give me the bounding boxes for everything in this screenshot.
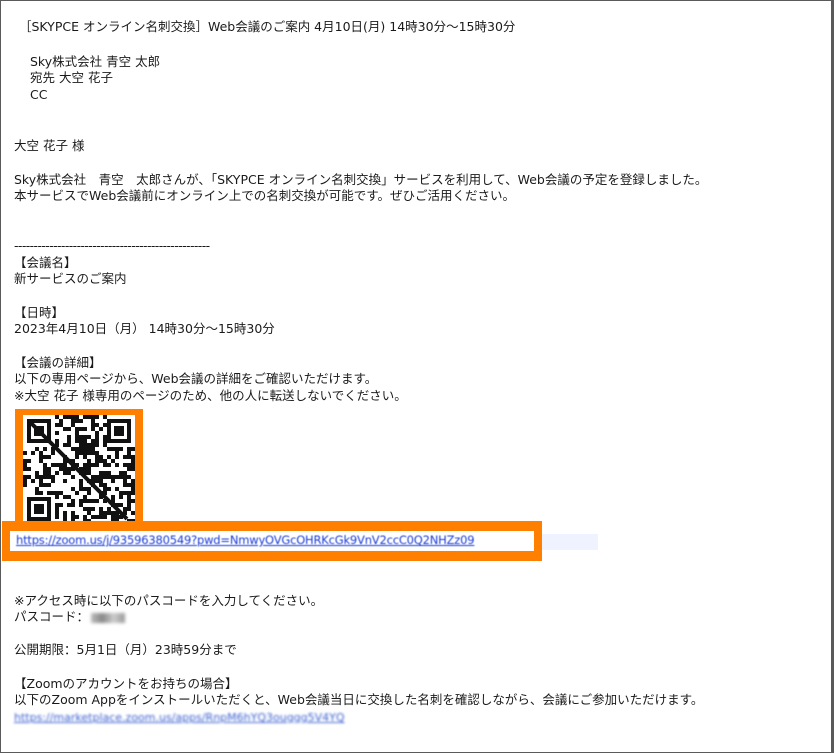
details-line-1: 以下の専用ページから、Web会議の詳細をご確認いただけます。 bbox=[14, 371, 378, 386]
meeting-name-label: 【会議名】 bbox=[14, 255, 77, 270]
url-selection-tail bbox=[542, 534, 598, 550]
passcode-label: パスコード： bbox=[14, 609, 90, 624]
qr-code-icon bbox=[23, 415, 135, 525]
email-cc: CC bbox=[30, 87, 48, 102]
meeting-name: 新サービスのご案内 bbox=[14, 271, 127, 286]
email-from: Sky株式会社 青空 太郎 bbox=[30, 54, 161, 69]
passcode-masked bbox=[91, 612, 126, 623]
meeting-url-field: https://zoom.us/j/93596380549?pwd=NmwyOV… bbox=[10, 531, 534, 551]
expiry: 公開期限：5月1日（月）23時59分まで bbox=[14, 642, 237, 657]
divider: ----------------------------------------… bbox=[14, 238, 210, 253]
date-value: 2023年4月10日（月） 14時30分～15時30分 bbox=[14, 321, 275, 336]
zoom-account-text: 以下のZoom Appをインストールいただくと、Web会議当日に交換した名刺を確… bbox=[14, 692, 704, 707]
details-line-2: ※大空 花子 様専用のページのため、他の人に転送しないでください。 bbox=[14, 388, 407, 403]
intro-line-2: 本サービスでWeb会議前にオンライン上での名刺交換が可能です。ぜひご活用ください… bbox=[14, 188, 516, 203]
details-label: 【会議の詳細】 bbox=[14, 355, 102, 370]
email-to: 宛先 大空 花子 bbox=[30, 70, 113, 85]
zoom-app-link[interactable]: https://marketplace.zoom.us/apps/RnpM6hY… bbox=[14, 710, 345, 726]
email-subject: ［SKYPCE オンライン名刺交換］Web会議のご案内 4月10日(月) 14時… bbox=[19, 19, 516, 34]
intro-line-1: Sky株式会社 青空 太郎さんが、「SKYPCE オンライン名刺交換」サービスを… bbox=[14, 172, 708, 187]
passcode-row: パスコード： bbox=[14, 609, 126, 625]
email-body-frame: ［SKYPCE オンライン名刺交換］Web会議のご案内 4月10日(月) 14時… bbox=[0, 0, 834, 753]
greeting: 大空 花子 様 bbox=[14, 138, 85, 153]
meeting-url-highlight: https://zoom.us/j/93596380549?pwd=NmwyOV… bbox=[2, 521, 542, 561]
zoom-account-label: 【Zoomのアカウントをお持ちの場合】 bbox=[14, 676, 238, 691]
meeting-url-link[interactable]: https://zoom.us/j/93596380549?pwd=NmwyOV… bbox=[16, 533, 475, 547]
access-note: ※アクセス時に以下のパスコードを入力してください。 bbox=[14, 593, 324, 608]
qr-code[interactable] bbox=[23, 415, 135, 525]
qr-code-highlight bbox=[15, 409, 143, 525]
date-label: 【日時】 bbox=[14, 305, 65, 320]
